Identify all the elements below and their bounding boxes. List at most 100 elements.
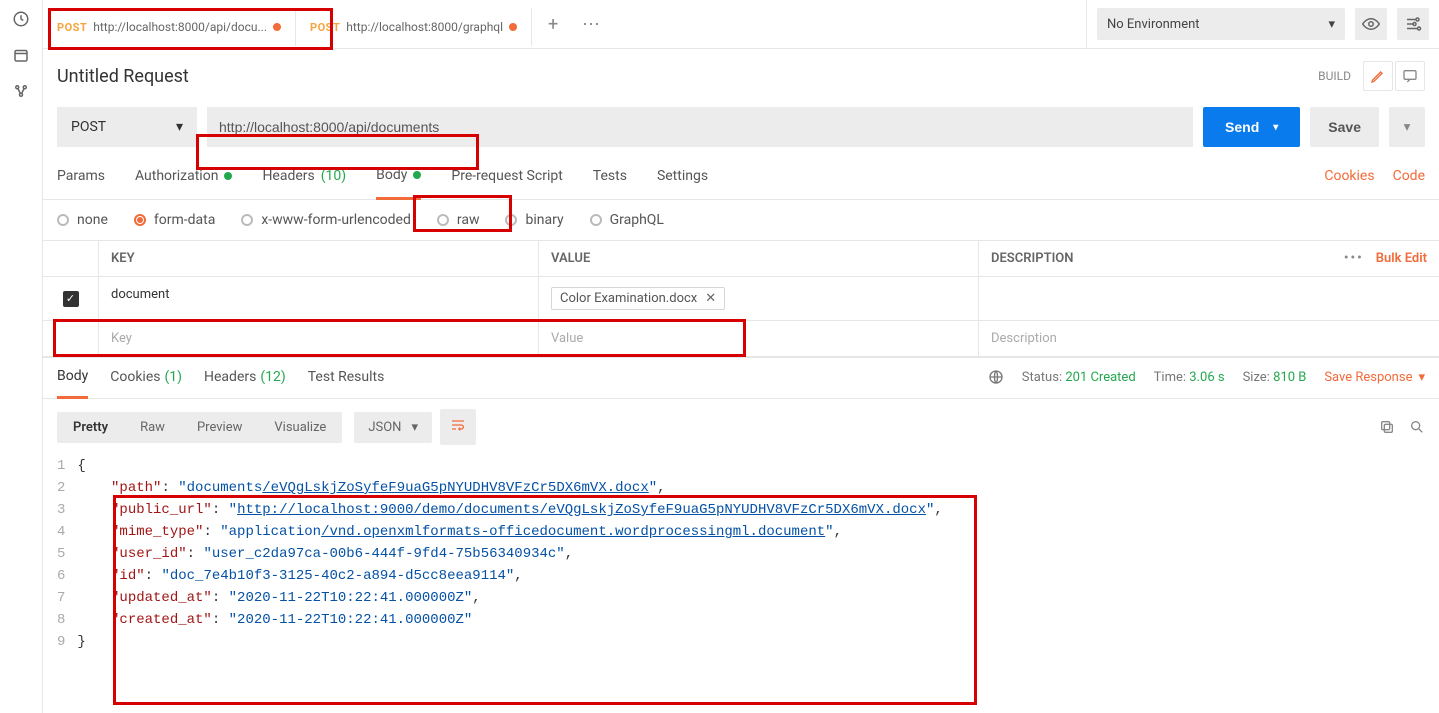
search-icon[interactable] bbox=[1409, 419, 1425, 435]
sliders-icon bbox=[1404, 15, 1422, 33]
history-icon[interactable] bbox=[12, 10, 30, 28]
resp-tab-headers[interactable]: Headers (12) bbox=[204, 369, 286, 397]
key-cell[interactable]: document bbox=[99, 277, 539, 320]
body-type-xwww[interactable]: x-www-form-urlencoded bbox=[241, 212, 411, 228]
environment-select[interactable]: No Environment ▾ bbox=[1097, 8, 1345, 40]
view-preview[interactable]: Preview bbox=[181, 412, 258, 443]
tab-settings[interactable]: Settings bbox=[657, 168, 708, 198]
chevron-down-icon: ▾ bbox=[176, 119, 183, 135]
pencil-icon bbox=[1370, 68, 1386, 84]
body-type-form-data[interactable]: form-data bbox=[134, 212, 215, 228]
comment-button[interactable] bbox=[1395, 61, 1425, 91]
time-value: 3.06 s bbox=[1189, 370, 1224, 385]
format-select[interactable]: JSON ▾ bbox=[354, 412, 432, 443]
file-chip: Color Examination.docx ✕ bbox=[551, 287, 725, 310]
format-value: JSON bbox=[368, 420, 401, 435]
status-label: Status: bbox=[1022, 370, 1062, 385]
resp-tab-body[interactable]: Body bbox=[57, 368, 88, 399]
chevron-down-icon: ▾ bbox=[1328, 17, 1335, 32]
dirty-dot-icon bbox=[273, 23, 281, 31]
cookies-link[interactable]: Cookies bbox=[1324, 168, 1374, 184]
send-button[interactable]: Send ▾ bbox=[1203, 107, 1300, 147]
environment-preview-button[interactable] bbox=[1355, 8, 1387, 40]
dot-icon bbox=[224, 172, 232, 180]
tab-overflow-button[interactable]: ⋯ bbox=[574, 7, 608, 41]
tab-headers[interactable]: Headers (10) bbox=[262, 168, 346, 198]
tab-tests[interactable]: Tests bbox=[593, 168, 627, 198]
dot-icon bbox=[413, 171, 421, 179]
eye-icon bbox=[1362, 15, 1380, 33]
request-subtabs: Params Authorization Headers (10) Body P… bbox=[43, 153, 1439, 200]
tab-method: POST bbox=[57, 21, 87, 34]
new-tab-button[interactable]: + bbox=[536, 7, 570, 41]
body-type-graphql[interactable]: GraphQL bbox=[590, 212, 664, 228]
wrap-icon bbox=[450, 417, 466, 433]
value-input[interactable]: Value bbox=[539, 321, 979, 356]
body-type-binary[interactable]: binary bbox=[505, 212, 563, 228]
tab-body[interactable]: Body bbox=[376, 167, 421, 200]
apis-icon[interactable] bbox=[12, 82, 30, 100]
column-description: DESCRIPTION bbox=[979, 241, 1319, 276]
chevron-down-icon: ▾ bbox=[1418, 370, 1425, 385]
table-row-empty: Key Value Description bbox=[43, 321, 1439, 357]
more-columns-button[interactable]: ••• bbox=[1344, 251, 1364, 266]
send-label: Send bbox=[1225, 119, 1259, 135]
body-type-raw[interactable]: raw bbox=[437, 212, 480, 228]
form-data-table: KEY VALUE DESCRIPTION ••• Bulk Edit ✓ do… bbox=[43, 240, 1439, 357]
edit-button[interactable] bbox=[1363, 61, 1393, 91]
save-response-button[interactable]: Save Response ▾ bbox=[1324, 370, 1425, 385]
key-input[interactable]: Key bbox=[99, 321, 539, 356]
resp-tab-tests[interactable]: Test Results bbox=[308, 369, 385, 397]
topbar: POST http://localhost:8000/api/docu... P… bbox=[43, 0, 1439, 49]
value-cell[interactable]: Color Examination.docx ✕ bbox=[539, 277, 979, 320]
status-value: 201 Created bbox=[1065, 370, 1135, 385]
description-cell[interactable] bbox=[979, 277, 1439, 320]
environment-label: No Environment bbox=[1107, 17, 1200, 32]
view-pretty[interactable]: Pretty bbox=[57, 412, 124, 443]
row-checkbox[interactable]: ✓ bbox=[63, 291, 79, 307]
environment-settings-button[interactable] bbox=[1397, 8, 1429, 40]
tab-url: http://localhost:8000/api/docu... bbox=[93, 20, 267, 34]
time-label: Time: bbox=[1154, 370, 1186, 385]
collections-icon[interactable] bbox=[12, 46, 30, 64]
response-code: { "path": "documents/eVQgLskjZoSyfeF9uaG… bbox=[77, 455, 942, 703]
request-tab-2[interactable]: POST http://localhost:8000/graphql bbox=[296, 8, 532, 46]
response-body[interactable]: 123456789 { "path": "documents/eVQgLskjZ… bbox=[43, 455, 1439, 713]
view-visualize[interactable]: Visualize bbox=[258, 412, 342, 443]
remove-file-button[interactable]: ✕ bbox=[705, 291, 716, 306]
chevron-down-icon: ▾ bbox=[411, 420, 418, 435]
line-gutter: 123456789 bbox=[57, 455, 77, 703]
tab-prerequest[interactable]: Pre-request Script bbox=[451, 168, 562, 198]
chevron-down-icon: ▾ bbox=[1273, 122, 1278, 133]
column-key: KEY bbox=[99, 241, 539, 276]
view-mode-segment: Pretty Raw Preview Visualize bbox=[57, 412, 342, 443]
description-input[interactable]: Description bbox=[979, 321, 1439, 356]
method-select[interactable]: POST ▾ bbox=[57, 107, 197, 147]
tab-authorization[interactable]: Authorization bbox=[135, 168, 232, 198]
request-title[interactable]: Untitled Request bbox=[57, 66, 1318, 87]
column-value: VALUE bbox=[539, 241, 979, 276]
response-tabs: Body Cookies (1) Headers (12) Test Resul… bbox=[43, 357, 1439, 399]
table-row: ✓ document Color Examination.docx ✕ bbox=[43, 277, 1439, 321]
save-dropdown-button[interactable]: ▾ bbox=[1389, 107, 1425, 147]
left-sidebar bbox=[0, 0, 43, 713]
tab-params[interactable]: Params bbox=[57, 168, 105, 198]
build-button[interactable]: BUILD bbox=[1318, 69, 1351, 83]
resp-tab-cookies[interactable]: Cookies (1) bbox=[110, 369, 182, 397]
response-view-bar: Pretty Raw Preview Visualize JSON ▾ bbox=[43, 399, 1439, 455]
size-value: 810 B bbox=[1273, 370, 1306, 385]
view-raw[interactable]: Raw bbox=[124, 412, 181, 443]
copy-icon[interactable] bbox=[1379, 419, 1395, 435]
save-button[interactable]: Save bbox=[1310, 107, 1379, 147]
wrap-lines-button[interactable] bbox=[440, 409, 476, 445]
globe-icon[interactable] bbox=[988, 369, 1004, 385]
body-type-none[interactable]: none bbox=[57, 212, 108, 228]
request-tab-1[interactable]: POST http://localhost:8000/api/docu... bbox=[43, 8, 296, 46]
url-input[interactable] bbox=[207, 107, 1193, 147]
method-value: POST bbox=[71, 119, 106, 135]
code-link[interactable]: Code bbox=[1393, 168, 1425, 184]
file-name: Color Examination.docx bbox=[560, 291, 697, 306]
bulk-edit-link[interactable]: Bulk Edit bbox=[1376, 251, 1427, 266]
comment-icon bbox=[1402, 68, 1418, 84]
body-type-row: none form-data x-www-form-urlencoded raw… bbox=[43, 200, 1439, 240]
